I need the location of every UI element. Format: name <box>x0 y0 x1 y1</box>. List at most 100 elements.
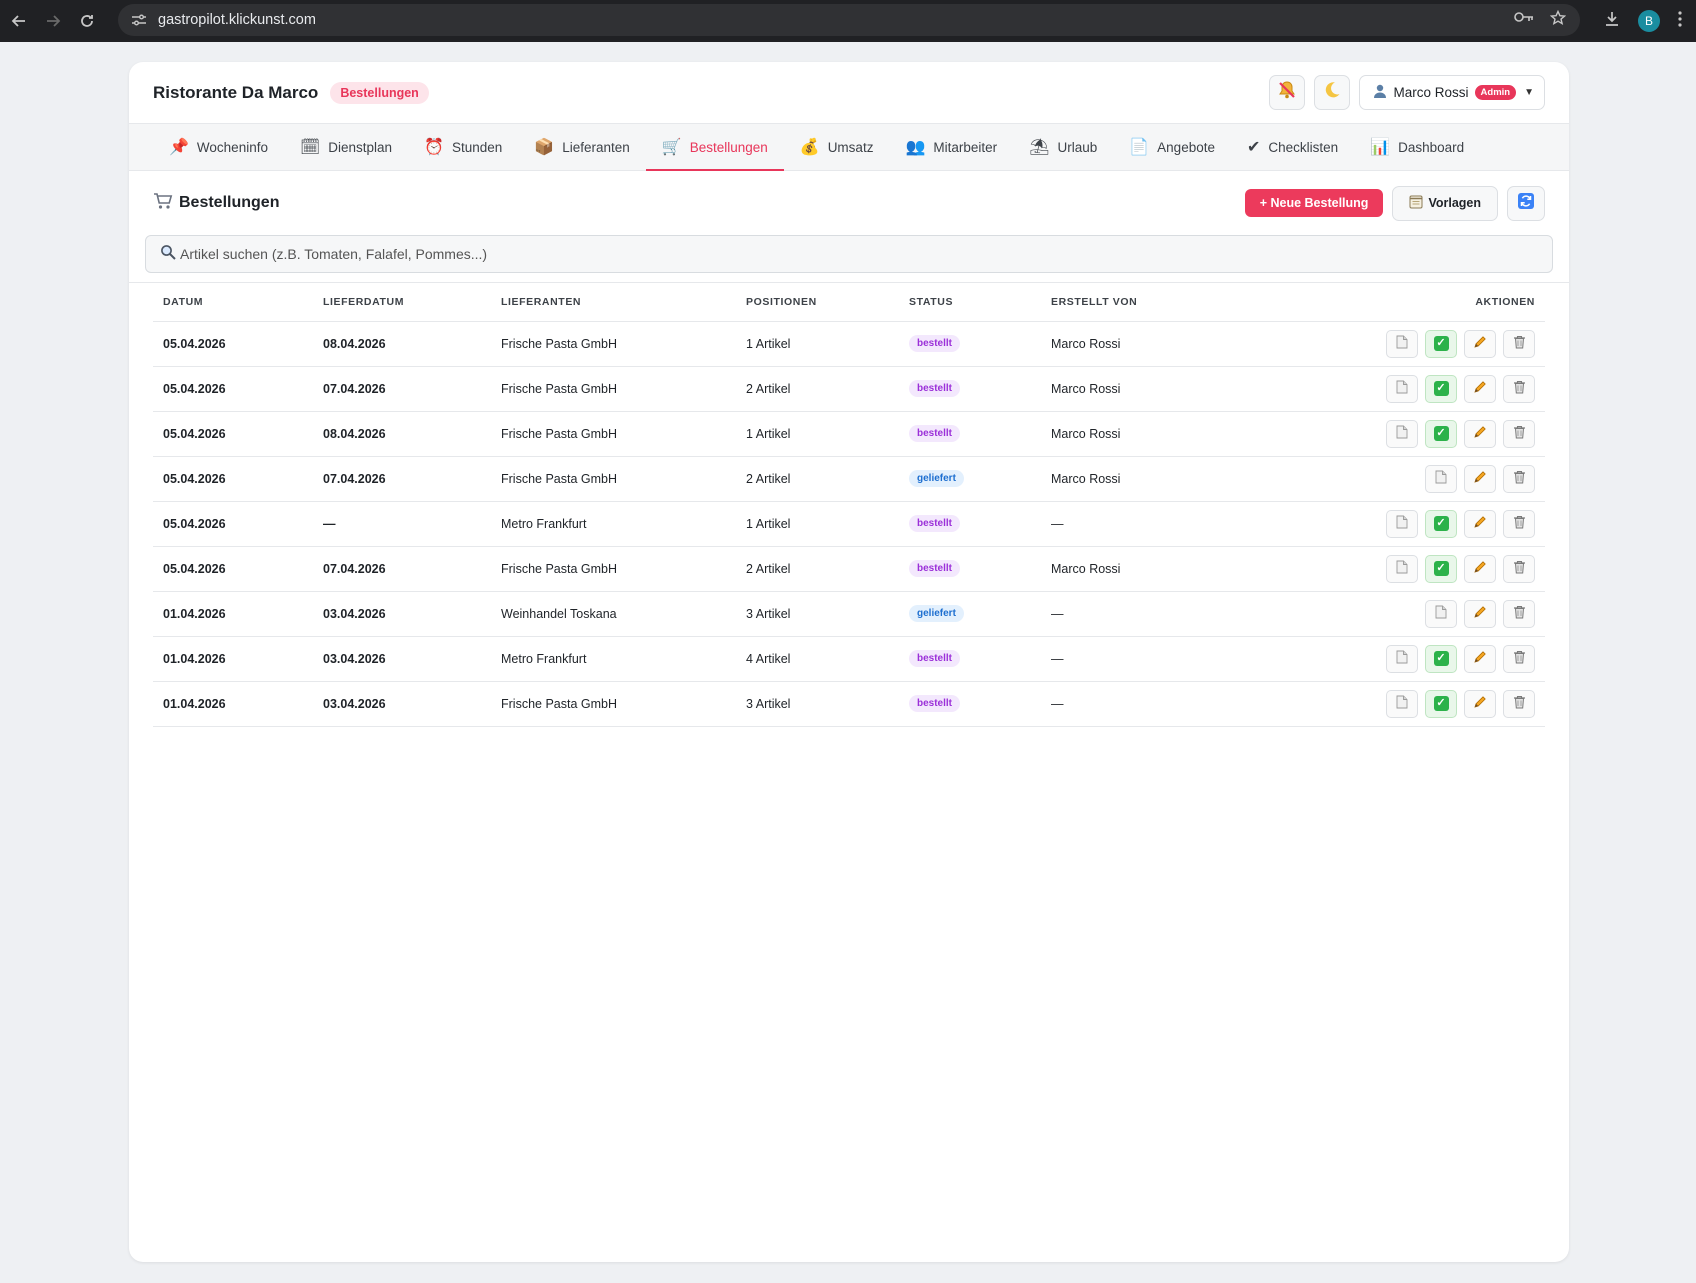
download-icon[interactable] <box>1604 11 1620 32</box>
cell-datum: 05.04.2026 <box>153 456 313 502</box>
checkbox-icon: ✔ <box>1246 139 1261 156</box>
notifications-muted-button[interactable] <box>1268 75 1305 110</box>
tab-wocheninfo[interactable]: 📌 Wocheninfo <box>153 124 284 170</box>
role-badge: Admin <box>1474 85 1517 100</box>
edit-button[interactable] <box>1464 464 1496 493</box>
cell-lieferdatum: 03.04.2026 <box>313 681 491 727</box>
edit-button[interactable] <box>1464 644 1496 673</box>
edit-button[interactable] <box>1464 689 1496 718</box>
mark-delivered-button[interactable]: ✓ <box>1425 329 1457 358</box>
cell-status: bestellt <box>899 366 1041 412</box>
forward-icon[interactable] <box>36 4 70 38</box>
user-name: Marco Rossi <box>1393 85 1469 100</box>
mark-delivered-button[interactable]: ✓ <box>1425 509 1457 538</box>
pencil-icon <box>1473 650 1487 667</box>
tab-label: Wocheninfo <box>196 139 268 155</box>
view-document-button[interactable] <box>1386 689 1418 718</box>
delete-button[interactable] <box>1503 419 1535 448</box>
mark-delivered-button[interactable]: ✓ <box>1425 644 1457 673</box>
cell-status: bestellt <box>899 636 1041 682</box>
cell-lieferant: Frische Pasta GmbH <box>491 681 736 727</box>
mark-delivered-button[interactable]: ✓ <box>1425 689 1457 718</box>
view-document-button[interactable] <box>1386 419 1418 448</box>
tab-dienstplan[interactable]: 🗓 Dienstplan <box>284 124 408 170</box>
trash-icon <box>1513 425 1526 442</box>
templates-button[interactable]: Vorlagen <box>1392 185 1498 221</box>
delete-button[interactable] <box>1503 374 1535 403</box>
view-document-button[interactable] <box>1386 554 1418 583</box>
mark-delivered-button[interactable]: ✓ <box>1425 374 1457 403</box>
check-icon: ✓ <box>1433 561 1449 576</box>
tab-checklisten[interactable]: ✔ Checklisten <box>1231 124 1354 170</box>
column-header-status: STATUS <box>899 283 1041 322</box>
tab-urlaub[interactable]: ⛱ Urlaub <box>1013 124 1113 170</box>
view-document-button[interactable] <box>1386 509 1418 538</box>
table-row: 05.04.2026 08.04.2026 Frische Pasta GmbH 1 … <box>153 321 1545 367</box>
delete-button[interactable] <box>1503 509 1535 538</box>
menu-kebab-icon[interactable] <box>1678 10 1682 32</box>
delete-button[interactable] <box>1503 554 1535 583</box>
cell-lieferant: Weinhandel Toskana <box>491 591 736 637</box>
app-card: Ristorante Da Marco Bestellungen Marco R… <box>129 62 1569 1262</box>
cell-erstellt-von: Marco Rossi <box>1041 321 1261 367</box>
edit-button[interactable] <box>1464 509 1496 538</box>
delete-button[interactable] <box>1503 599 1535 628</box>
tab-mitarbeiter[interactable]: 👥 Mitarbeiter <box>889 124 1013 170</box>
profile-avatar[interactable]: B <box>1638 10 1660 32</box>
tab-lieferanten[interactable]: 📦 Lieferanten <box>518 124 645 170</box>
delete-button[interactable] <box>1503 689 1535 718</box>
status-badge: bestellt <box>909 560 961 577</box>
site-settings-icon[interactable] <box>124 13 154 27</box>
cell-actions: ✓ <box>1261 366 1545 412</box>
status-badge: bestellt <box>909 650 961 667</box>
tab-stunden[interactable]: ⏰ Stunden <box>408 124 518 170</box>
edit-button[interactable] <box>1464 374 1496 403</box>
delete-button[interactable] <box>1503 329 1535 358</box>
refresh-button[interactable] <box>1507 185 1545 221</box>
cell-lieferdatum: 07.04.2026 <box>313 456 491 502</box>
cell-positionen: 2 Artikel <box>736 546 899 592</box>
tab-label: Angebote <box>1157 139 1215 155</box>
view-document-button[interactable] <box>1386 644 1418 673</box>
edit-button[interactable] <box>1464 329 1496 358</box>
search-input[interactable] <box>180 246 1538 262</box>
mark-delivered-button[interactable]: ✓ <box>1425 554 1457 583</box>
address-bar[interactable]: gastropilot.klickunst.com <box>118 4 1580 36</box>
cell-actions: ✓ <box>1261 681 1545 727</box>
cell-status: bestellt <box>899 321 1041 367</box>
edit-button[interactable] <box>1464 554 1496 583</box>
shopping-cart-icon <box>153 192 173 215</box>
tab-dashboard[interactable]: 📊 Dashboard <box>1354 124 1480 170</box>
main-nav-tabs: 📌 Wocheninfo 🗓 Dienstplan ⏰ Stunden 📦 Lieferant… <box>129 123 1569 171</box>
back-icon[interactable] <box>2 4 36 38</box>
tab-umsatz[interactable]: 💰 Umsatz <box>784 124 890 170</box>
view-document-button[interactable] <box>1425 464 1457 493</box>
reload-icon[interactable] <box>70 4 104 38</box>
status-badge: bestellt <box>909 515 961 532</box>
view-document-button[interactable] <box>1386 329 1418 358</box>
tab-angebote[interactable]: 📄 Angebote <box>1113 124 1231 170</box>
document-icon <box>1396 335 1408 352</box>
search-box <box>145 235 1553 273</box>
mark-delivered-button[interactable]: ✓ <box>1425 419 1457 448</box>
user-menu-button[interactable]: Marco Rossi Admin ▼ <box>1358 75 1545 110</box>
new-order-button[interactable]: + Neue Bestellung <box>1244 189 1384 217</box>
tab-bestellungen[interactable]: 🛒 Bestellungen <box>645 124 784 171</box>
edit-button[interactable] <box>1464 599 1496 628</box>
dark-mode-button[interactable] <box>1313 75 1350 110</box>
view-document-button[interactable] <box>1386 374 1418 403</box>
delete-button[interactable] <box>1503 644 1535 673</box>
bookmark-star-icon[interactable] <box>1549 9 1567 31</box>
money-bag-icon: 💰 <box>799 139 820 156</box>
check-icon: ✓ <box>1433 516 1449 531</box>
edit-button[interactable] <box>1464 419 1496 448</box>
cell-positionen: 1 Artikel <box>736 321 899 367</box>
cell-datum: 05.04.2026 <box>153 501 313 547</box>
password-key-icon[interactable] <box>1514 10 1534 31</box>
section-title-text: Bestellungen <box>179 194 280 211</box>
trash-icon <box>1513 695 1526 712</box>
cell-status: geliefert <box>899 591 1041 637</box>
document-icon <box>1396 560 1408 577</box>
delete-button[interactable] <box>1503 464 1535 493</box>
view-document-button[interactable] <box>1425 599 1457 628</box>
